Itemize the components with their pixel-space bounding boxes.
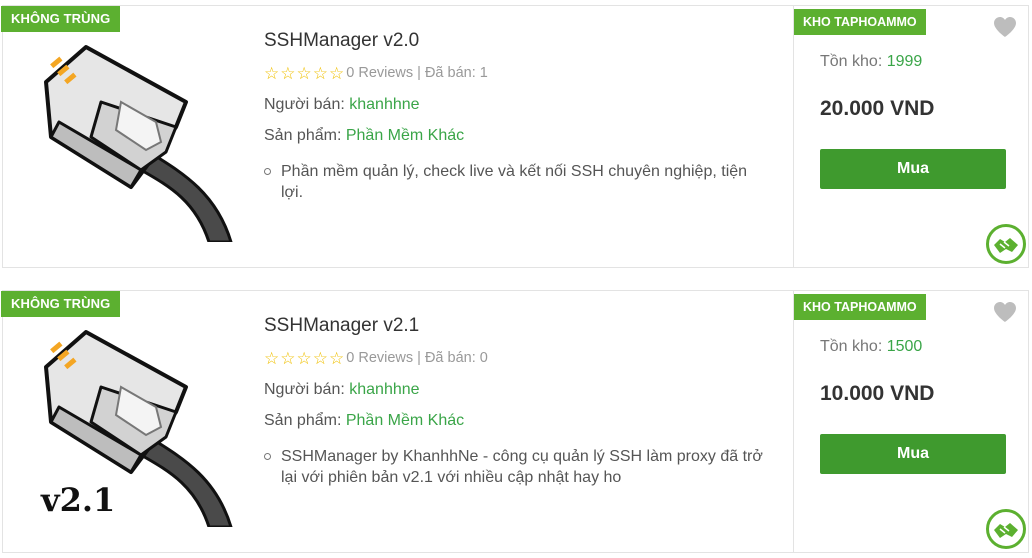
product-image[interactable] bbox=[31, 42, 241, 242]
rating-row: ☆ ☆ ☆ ☆ ☆ 0 Reviews | Đã bán: 1 bbox=[264, 64, 764, 82]
price: 20.000 VND bbox=[820, 97, 935, 120]
bullet-icon bbox=[264, 168, 271, 175]
rating-row: ☆ ☆ ☆ ☆ ☆ 0 Reviews | Đã bán: 0 bbox=[264, 349, 764, 367]
product-title[interactable]: SSHManager v2.0 bbox=[264, 30, 764, 52]
description-text: SSHManager by KhanhhNe - công cụ quản lý… bbox=[281, 448, 763, 486]
stock-label: Tồn kho: bbox=[820, 338, 883, 355]
stock-row: Tồn kho: 1999 bbox=[820, 53, 922, 71]
star-rating: ☆ ☆ ☆ ☆ ☆ bbox=[264, 350, 344, 367]
star-outline-icon: ☆ bbox=[296, 348, 312, 368]
stock-value: 1999 bbox=[886, 53, 923, 70]
shop-badge: KHO TAPHOAMMO bbox=[794, 9, 926, 35]
star-outline-icon: ☆ bbox=[296, 63, 312, 83]
bullet-icon bbox=[264, 453, 271, 460]
no-duplicate-badge: KHÔNG TRÙNG bbox=[1, 6, 121, 32]
heart-icon[interactable] bbox=[993, 16, 1017, 38]
handshake-icon bbox=[986, 509, 1026, 549]
star-outline-icon: ☆ bbox=[264, 348, 280, 368]
description: Phần mềm quản lý, check live và kết nối … bbox=[264, 161, 764, 203]
description: SSHManager by KhanhhNe - công cụ quản lý… bbox=[264, 446, 764, 488]
category-row: Sản phẩm: Phần Mềm Khác bbox=[264, 412, 764, 430]
star-outline-icon: ☆ bbox=[329, 348, 345, 368]
seller-label: Người bán: bbox=[264, 381, 345, 398]
star-outline-icon: ☆ bbox=[312, 63, 328, 83]
seller-label: Người bán: bbox=[264, 96, 345, 113]
seller-row: Người bán: khanhhne bbox=[264, 381, 764, 399]
seller-row: Người bán: khanhhne bbox=[264, 96, 764, 114]
category-link[interactable]: Phần Mềm Khác bbox=[346, 127, 464, 144]
heart-icon[interactable] bbox=[993, 301, 1017, 323]
stock-label: Tồn kho: bbox=[820, 53, 883, 70]
purchase-panel: KHO TAPHOAMMO Tồn kho: 1999 20.000 VND M… bbox=[793, 6, 1028, 267]
star-outline-icon: ☆ bbox=[312, 348, 328, 368]
price: 10.000 VND bbox=[820, 382, 935, 405]
star-outline-icon: ☆ bbox=[280, 348, 296, 368]
star-outline-icon: ☆ bbox=[264, 63, 280, 83]
star-outline-icon: ☆ bbox=[280, 63, 296, 83]
product-title[interactable]: SSHManager v2.1 bbox=[264, 315, 764, 337]
buy-button[interactable]: Mua bbox=[820, 434, 1006, 474]
category-label: Sản phẩm: bbox=[264, 127, 342, 144]
reviews-sold-text: 0 Reviews | Đã bán: 1 bbox=[346, 65, 488, 81]
ethernet-cable-icon bbox=[44, 45, 233, 242]
handshake-icon bbox=[986, 224, 1026, 264]
product-card: KHÔNG TRÙNG SSHManager v2.0 ☆ ☆ ☆ ☆ ☆ 0 … bbox=[1, 5, 1029, 268]
product-card: KHÔNG TRÙNG v2.1 SSHManager v2.1 ☆ ☆ ☆ ☆… bbox=[1, 290, 1029, 553]
seller-link[interactable]: khanhhne bbox=[349, 381, 419, 398]
category-label: Sản phẩm: bbox=[264, 412, 342, 429]
seller-link[interactable]: khanhhne bbox=[349, 96, 419, 113]
category-link[interactable]: Phần Mềm Khác bbox=[346, 412, 464, 429]
reviews-sold-text: 0 Reviews | Đã bán: 0 bbox=[346, 350, 488, 366]
star-rating: ☆ ☆ ☆ ☆ ☆ bbox=[264, 65, 344, 82]
stock-row: Tồn kho: 1500 bbox=[820, 338, 922, 356]
no-duplicate-badge: KHÔNG TRÙNG bbox=[1, 291, 121, 317]
image-version-label: v2.1 bbox=[41, 481, 116, 519]
description-text: Phần mềm quản lý, check live và kết nối … bbox=[281, 163, 748, 201]
purchase-panel: KHO TAPHOAMMO Tồn kho: 1500 10.000 VND M… bbox=[793, 291, 1028, 552]
shop-badge: KHO TAPHOAMMO bbox=[794, 294, 926, 320]
star-outline-icon: ☆ bbox=[329, 63, 345, 83]
buy-button[interactable]: Mua bbox=[820, 149, 1006, 189]
category-row: Sản phẩm: Phần Mềm Khác bbox=[264, 127, 764, 145]
stock-value: 1500 bbox=[886, 338, 923, 355]
